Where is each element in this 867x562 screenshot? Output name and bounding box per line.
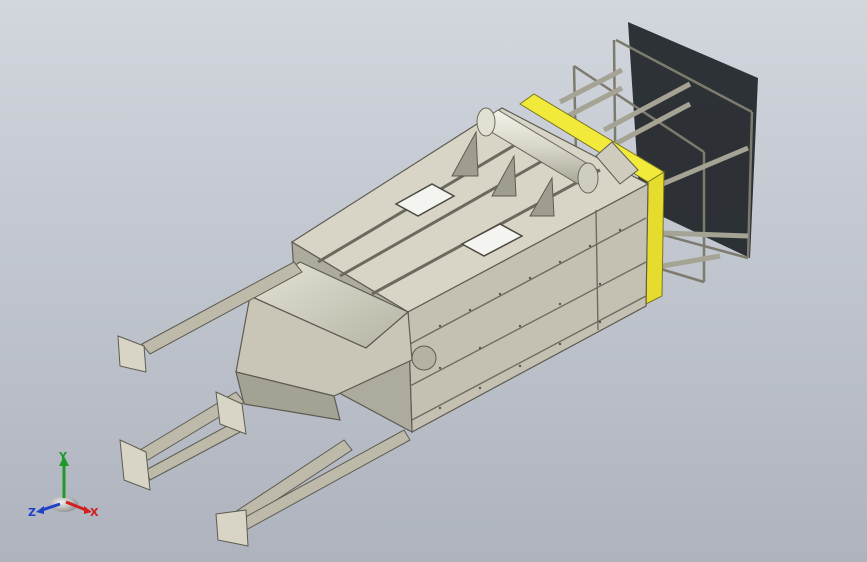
triad-x-label: X — [90, 506, 99, 519]
triad-z-arrow — [36, 506, 44, 514]
graphics-viewport[interactable]: Y X Z — [0, 0, 867, 562]
view-triad[interactable]: Y X Z — [28, 450, 99, 519]
triad-z-label: Z — [28, 506, 36, 519]
foot-plates[interactable] — [117, 335, 249, 547]
model-scene[interactable]: Y X Z — [0, 0, 867, 562]
yellow-flange-side[interactable] — [645, 171, 665, 305]
triad-y-label: Y — [58, 450, 68, 463]
inlet-port[interactable] — [411, 345, 437, 371]
